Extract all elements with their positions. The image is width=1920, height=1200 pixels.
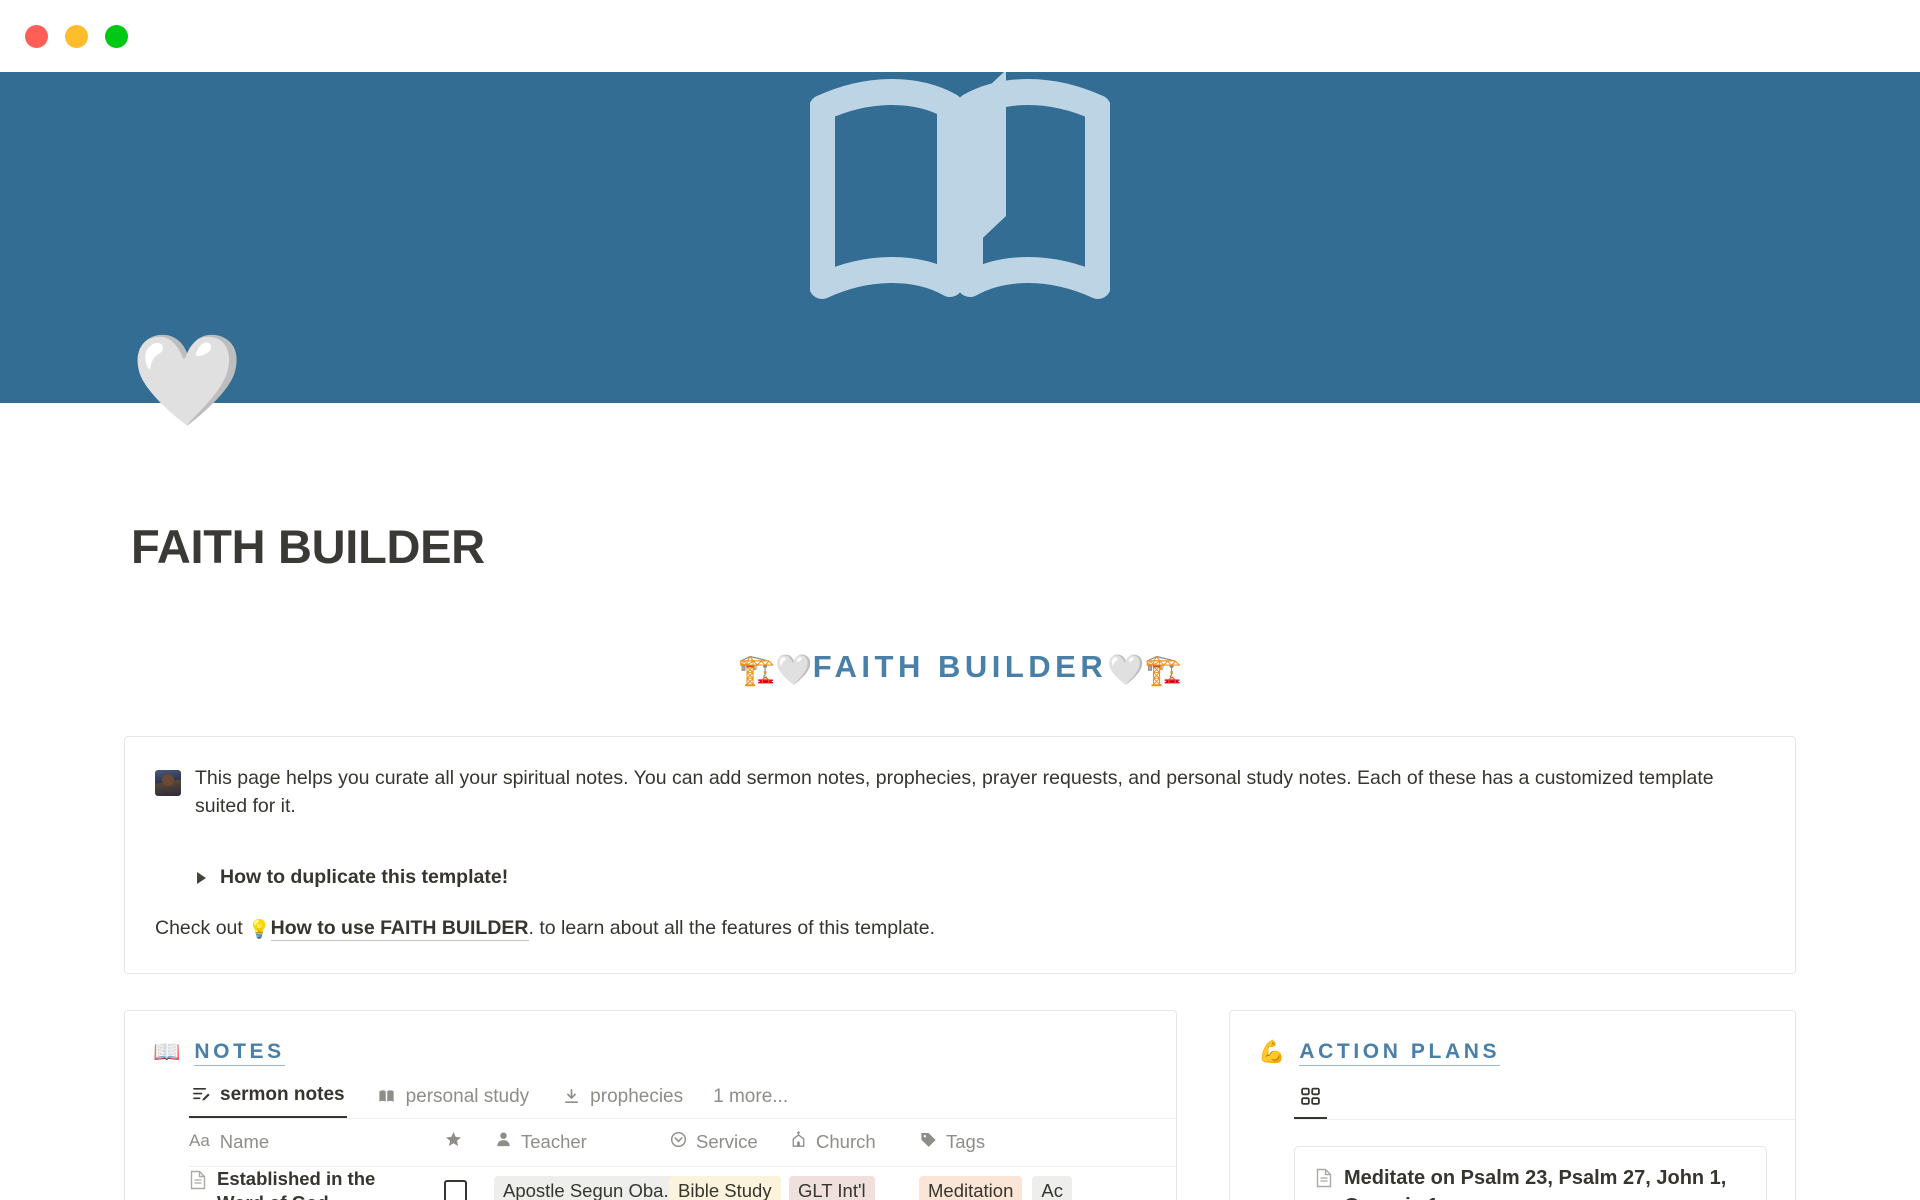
toggle-label: How to duplicate this template! bbox=[220, 866, 509, 889]
column-header-name[interactable]: Aa Name bbox=[189, 1131, 444, 1153]
author-avatar bbox=[155, 770, 181, 796]
page-icon[interactable]: 🤍 bbox=[131, 336, 243, 438]
maximize-window-button[interactable] bbox=[105, 24, 128, 48]
page-icon-small bbox=[189, 1170, 207, 1195]
action-plan-card[interactable]: Meditate on Psalm 23, Psalm 27, John 1, … bbox=[1294, 1145, 1767, 1200]
tab-label: sermon notes bbox=[220, 1083, 345, 1105]
tab-personal-study[interactable]: personal study bbox=[375, 1082, 532, 1118]
page-icon-small bbox=[1315, 1168, 1333, 1193]
panels-row: 📖 NOTES sermon notes personal study prop… bbox=[124, 1009, 1796, 1200]
column-header-star[interactable] bbox=[444, 1130, 494, 1154]
cell-star[interactable] bbox=[444, 1179, 494, 1200]
column-header-teacher[interactable]: Teacher bbox=[494, 1130, 669, 1154]
tab-label: personal study bbox=[405, 1085, 530, 1107]
white-heart-icon-right: 🤍 bbox=[1107, 654, 1145, 687]
close-window-button[interactable] bbox=[25, 24, 48, 48]
notes-panel-title[interactable]: NOTES bbox=[194, 1039, 285, 1066]
open-book-icon: 📖 bbox=[153, 1039, 181, 1065]
gallery-view-icon bbox=[1301, 1087, 1320, 1105]
cell-name[interactable]: Established in the Word of God bbox=[189, 1167, 444, 1200]
minimize-window-button[interactable] bbox=[65, 24, 88, 48]
download-icon bbox=[561, 1087, 581, 1107]
row-name: Established in the Word of God bbox=[217, 1167, 417, 1200]
column-label: Teacher bbox=[521, 1131, 587, 1153]
page-content: 🏗️🤍FAITH BUILDER🤍🏗️ This page helps you … bbox=[124, 651, 1796, 1200]
tag-icon bbox=[919, 1130, 938, 1154]
lightbulb-icon: 💡 bbox=[248, 919, 271, 940]
crane-icon-right: 🏗️ bbox=[1144, 654, 1182, 687]
cell-teacher[interactable]: Apostle Segun Oba... bbox=[494, 1176, 688, 1200]
service-pill: Bible Study bbox=[669, 1176, 781, 1200]
table-header-row: Aa Name Teacher Service Church Tags bbox=[189, 1119, 1176, 1167]
cell-service[interactable]: Bible Study bbox=[669, 1176, 789, 1200]
action-panel-header: 💪 ACTION PLANS bbox=[1230, 1011, 1795, 1066]
star-icon bbox=[444, 1130, 463, 1154]
column-header-church[interactable]: Church bbox=[789, 1130, 919, 1154]
how-to-use-link[interactable]: How to use FAITH BUILDER bbox=[270, 917, 529, 942]
action-view-tabs bbox=[1294, 1082, 1795, 1120]
crane-icon-left: 🏗️ bbox=[738, 654, 776, 687]
open-book-icon bbox=[377, 1087, 397, 1107]
page-body: FAITH BUILDER 🏗️🤍FAITH BUILDER🤍🏗️ This p… bbox=[0, 519, 1920, 1200]
tag-pill: Meditation bbox=[919, 1176, 1023, 1200]
tab-label: prophecies bbox=[590, 1085, 684, 1107]
page-title: FAITH BUILDER bbox=[131, 520, 485, 573]
section-heading-text: FAITH BUILDER bbox=[812, 649, 1108, 684]
star-checkbox[interactable] bbox=[444, 1179, 467, 1200]
white-heart-icon-left: 🤍 bbox=[775, 654, 813, 687]
flexed-biceps-icon: 💪 bbox=[1258, 1039, 1286, 1065]
column-label: Tags bbox=[946, 1131, 986, 1153]
cell-tags[interactable]: Meditation Ac bbox=[919, 1176, 1072, 1200]
notes-panel: 📖 NOTES sermon notes personal study prop… bbox=[124, 1009, 1177, 1200]
column-header-service[interactable]: Service bbox=[669, 1130, 789, 1154]
intro-callout: This page helps you curate all your spir… bbox=[124, 736, 1796, 974]
table-row[interactable]: Established in the Word of God Apostle S… bbox=[189, 1167, 1176, 1200]
action-panel-title[interactable]: ACTION PLANS bbox=[1299, 1039, 1501, 1066]
card-title-row: Meditate on Psalm 23, Psalm 27, John 1, … bbox=[1315, 1165, 1746, 1200]
tab-prophecies[interactable]: prophecies bbox=[559, 1082, 685, 1118]
tab-sermon-notes[interactable]: sermon notes bbox=[189, 1080, 347, 1118]
action-plans-panel: 💪 ACTION PLANS Meditate on Psalm 23, Psa… bbox=[1229, 1009, 1796, 1200]
card-title: Meditate on Psalm 23, Psalm 27, John 1, … bbox=[1344, 1166, 1727, 1200]
section-heading: 🏗️🤍FAITH BUILDER🤍🏗️ bbox=[124, 651, 1796, 686]
checkout-line: Check out 💡How to use FAITH BUILDER. to … bbox=[155, 915, 1763, 942]
column-label: Name bbox=[219, 1131, 270, 1153]
column-label: Service bbox=[696, 1131, 758, 1153]
list-edit-icon bbox=[191, 1085, 211, 1105]
column-label: Church bbox=[816, 1131, 876, 1153]
window-titlebar bbox=[0, 0, 1920, 72]
text-icon: Aa bbox=[189, 1131, 210, 1151]
duplicate-template-toggle[interactable]: How to duplicate this template! bbox=[197, 866, 1763, 889]
teacher-pill: Apostle Segun Oba... bbox=[494, 1176, 688, 1200]
notes-panel-header: 📖 NOTES bbox=[125, 1011, 1176, 1066]
more-tabs-button[interactable]: 1 more... bbox=[713, 1086, 788, 1118]
checkout-suffix: . to learn about all the features of thi… bbox=[528, 917, 936, 940]
cell-church[interactable]: GLT Int'l bbox=[789, 1176, 919, 1200]
open-book-illustration bbox=[810, 72, 1110, 299]
page-cover-banner[interactable] bbox=[0, 72, 1920, 403]
tag-pill: Ac bbox=[1032, 1176, 1072, 1200]
checkout-prefix: Check out bbox=[155, 917, 243, 940]
callout-body-row: This page helps you curate all your spir… bbox=[155, 765, 1763, 820]
church-icon bbox=[789, 1130, 808, 1154]
person-icon bbox=[494, 1130, 513, 1154]
church-pill: GLT Int'l bbox=[789, 1176, 875, 1200]
notes-view-tabs: sermon notes personal study prophecies 1… bbox=[189, 1080, 1176, 1119]
select-icon bbox=[669, 1130, 688, 1154]
chevron-right-icon[interactable] bbox=[197, 871, 206, 884]
notes-table: Aa Name Teacher Service Church Tags Esta… bbox=[189, 1119, 1176, 1200]
callout-text: This page helps you curate all your spir… bbox=[195, 767, 1714, 817]
gallery-view-tab[interactable] bbox=[1294, 1082, 1327, 1119]
column-header-tags[interactable]: Tags bbox=[919, 1130, 985, 1154]
